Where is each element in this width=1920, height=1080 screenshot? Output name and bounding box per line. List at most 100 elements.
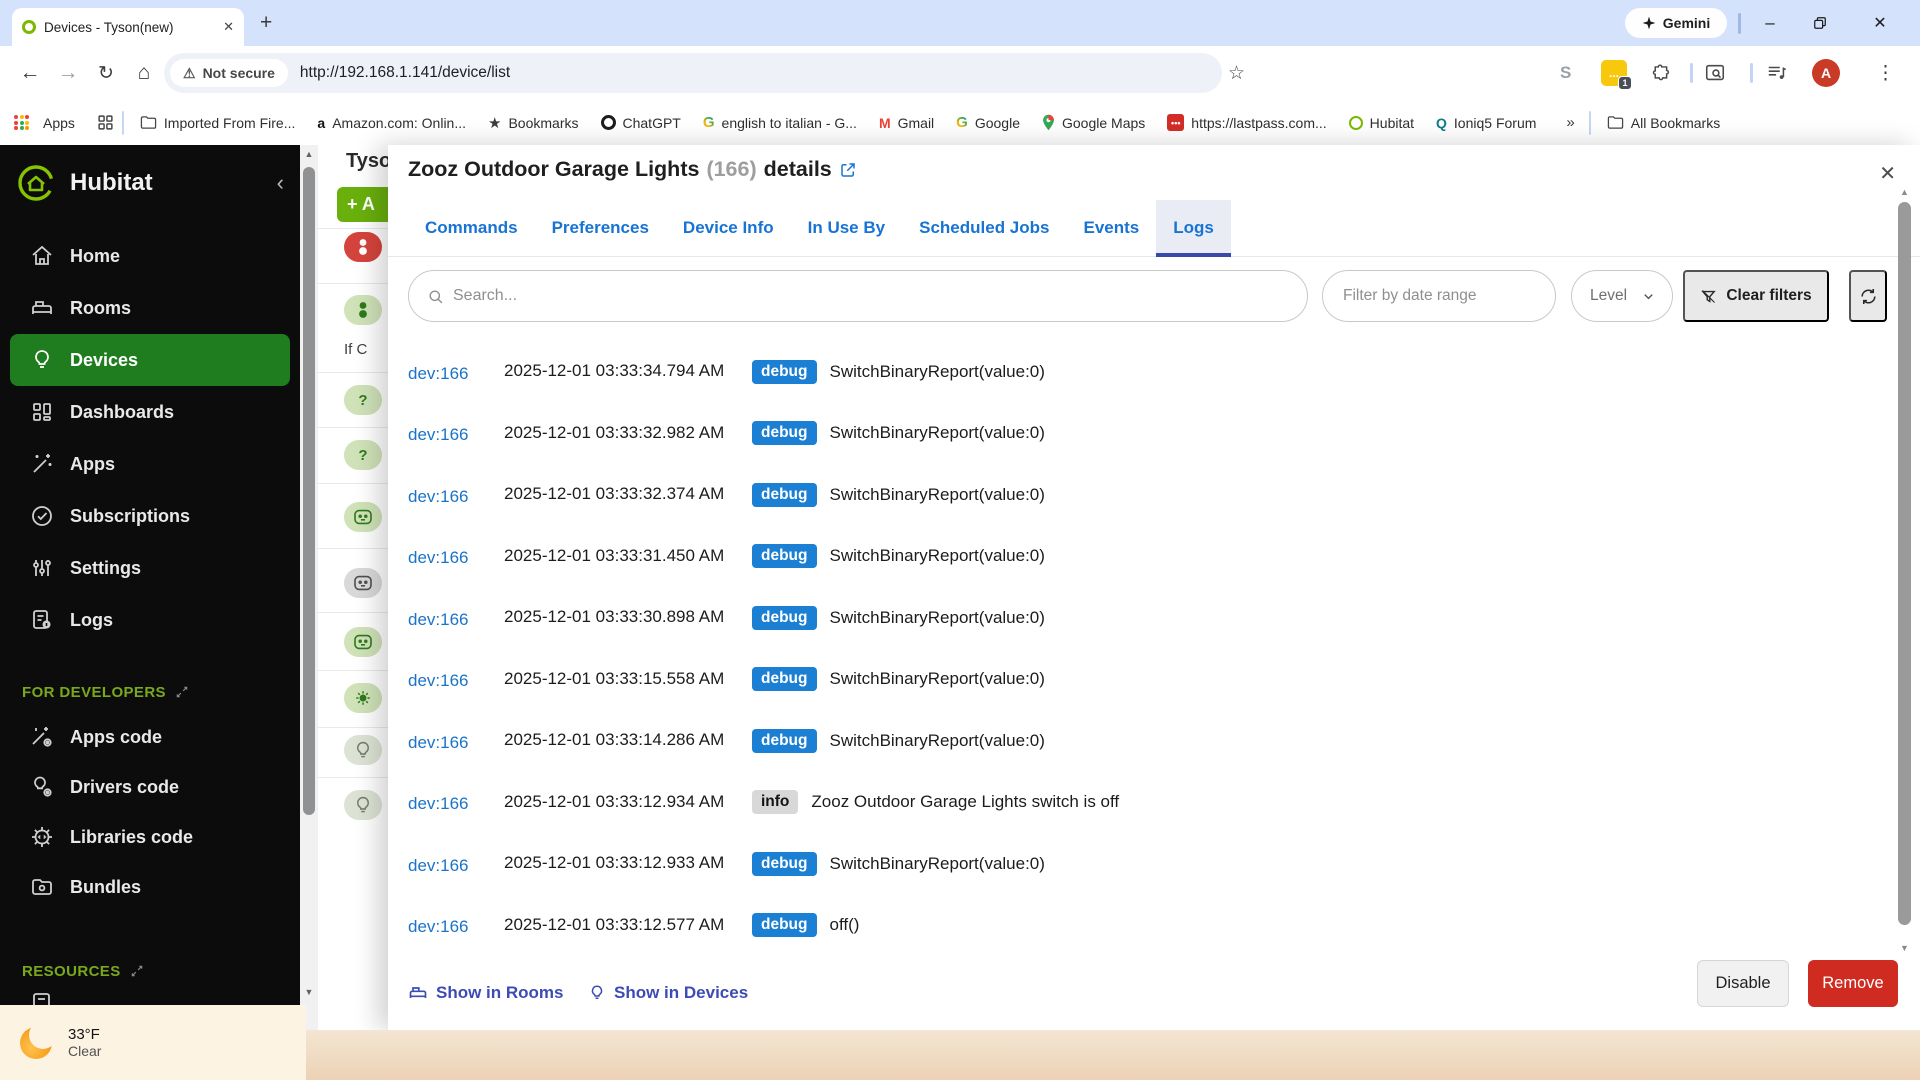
log-device-link[interactable]: dev:166 bbox=[408, 487, 504, 507]
log-device-link[interactable]: dev:166 bbox=[408, 917, 504, 937]
refresh-logs-button[interactable] bbox=[1849, 270, 1887, 322]
bookmark-item[interactable]: ★ Bookmarks bbox=[488, 114, 578, 132]
apps-shortcut[interactable]: Apps bbox=[14, 115, 75, 131]
log-device-link[interactable]: dev:166 bbox=[408, 548, 504, 568]
modal-close-icon[interactable]: ✕ bbox=[1879, 161, 1896, 186]
forward-button[interactable]: → bbox=[50, 46, 86, 100]
side-search-icon[interactable] bbox=[1704, 46, 1726, 100]
minimize-button[interactable]: – bbox=[1746, 0, 1794, 46]
back-button[interactable]: ← bbox=[12, 46, 48, 100]
sidebar-item-settings[interactable]: Settings bbox=[0, 542, 300, 594]
sidebar-item-apps-code[interactable]: Apps code bbox=[0, 712, 300, 762]
extensions-puzzle-icon[interactable] bbox=[1650, 46, 1671, 100]
sun-dimmer-icon[interactable] bbox=[344, 683, 382, 713]
bookmark-item[interactable]: a Amazon.com: Onlin... bbox=[317, 115, 466, 131]
add-device-button[interactable]: + A bbox=[337, 187, 388, 222]
outlet-icon[interactable] bbox=[344, 627, 382, 657]
device-status-icon[interactable] bbox=[344, 232, 382, 262]
device-status-icon[interactable] bbox=[344, 295, 382, 325]
bulb-device-icon[interactable] bbox=[344, 790, 382, 820]
all-bookmarks-button[interactable]: All Bookmarks bbox=[1607, 115, 1720, 131]
level-select[interactable]: Level bbox=[1571, 270, 1673, 322]
log-device-link[interactable]: dev:166 bbox=[408, 671, 504, 691]
log-search-field[interactable] bbox=[408, 270, 1308, 322]
search-input[interactable] bbox=[453, 287, 1307, 305]
new-tab-button[interactable]: + bbox=[260, 11, 272, 35]
bookmark-item[interactable]: Q Ioniq5 Forum bbox=[1436, 115, 1536, 131]
sidebar-item-libraries-code[interactable]: Libraries code bbox=[0, 812, 300, 862]
bookmark-item[interactable]: Hubitat bbox=[1348, 115, 1414, 131]
address-bar[interactable]: ⚠ Not secure http://192.168.1.141/device… bbox=[164, 53, 1222, 93]
tab-logs[interactable]: Logs bbox=[1156, 200, 1231, 257]
bookmark-item[interactable]: Google Maps bbox=[1042, 114, 1145, 131]
sidebar-item-home[interactable]: Home bbox=[0, 230, 300, 282]
sidebar-item-logs[interactable]: Logs bbox=[0, 594, 300, 646]
external-link-icon[interactable] bbox=[839, 161, 857, 179]
date-range-input[interactable] bbox=[1343, 287, 1555, 305]
show-in-rooms-link[interactable]: Show in Rooms bbox=[408, 967, 564, 1019]
sidebar-item-apps[interactable]: Apps bbox=[0, 438, 300, 490]
close-window-button[interactable]: ✕ bbox=[1850, 0, 1910, 46]
scroll-up-icon[interactable]: ▲ bbox=[300, 149, 318, 159]
log-device-link[interactable]: dev:166 bbox=[408, 733, 504, 753]
log-device-link[interactable]: dev:166 bbox=[408, 364, 504, 384]
not-secure-chip[interactable]: ⚠ Not secure bbox=[170, 59, 288, 87]
log-device-link[interactable]: dev:166 bbox=[408, 610, 504, 630]
bookmark-item[interactable]: G Google bbox=[956, 114, 1020, 131]
sidebar-item-devices[interactable]: Devices bbox=[10, 334, 290, 386]
log-device-link[interactable]: dev:166 bbox=[408, 794, 504, 814]
sidebar-item-dashboards[interactable]: Dashboards bbox=[0, 386, 300, 438]
sidebar-collapse-icon[interactable]: ‹ bbox=[277, 170, 284, 196]
date-range-field[interactable] bbox=[1322, 270, 1556, 322]
outlet-icon[interactable] bbox=[344, 568, 382, 598]
modal-scroll-down-icon[interactable]: ▼ bbox=[1897, 943, 1912, 953]
sidebar-item-bundles[interactable]: Bundles bbox=[0, 862, 300, 912]
page-scrollbar[interactable]: ▲ ▼ bbox=[300, 145, 318, 1030]
tab-scheduled-jobs[interactable]: Scheduled Jobs bbox=[902, 200, 1066, 256]
modal-scroll-up-icon[interactable]: ▲ bbox=[1897, 187, 1912, 197]
log-device-link[interactable]: dev:166 bbox=[408, 856, 504, 876]
tab-preferences[interactable]: Preferences bbox=[535, 200, 666, 256]
scrollbar-thumb[interactable] bbox=[303, 167, 315, 815]
sidebar-item-rooms[interactable]: Rooms bbox=[0, 282, 300, 334]
s-extension-icon[interactable]: S bbox=[1560, 46, 1571, 100]
device-status-icon[interactable]: ? bbox=[344, 385, 382, 415]
sidebar-item-drivers-code[interactable]: Drivers code bbox=[0, 762, 300, 812]
reading-list-icon[interactable] bbox=[1766, 46, 1788, 100]
bookmark-item[interactable]: Imported From Fire... bbox=[140, 115, 295, 131]
profile-avatar[interactable]: A bbox=[1812, 59, 1840, 87]
device-status-icon[interactable]: ? bbox=[344, 440, 382, 470]
browser-menu-icon[interactable]: ⋮ bbox=[1876, 46, 1895, 100]
tab-close-icon[interactable]: ✕ bbox=[223, 19, 234, 35]
bulb-device-icon[interactable] bbox=[344, 735, 382, 765]
sidebar-item-subscriptions[interactable]: Subscriptions bbox=[0, 490, 300, 542]
tab-device-info[interactable]: Device Info bbox=[666, 200, 791, 256]
browser-tab[interactable]: Devices - Tyson(new) ✕ bbox=[12, 8, 244, 46]
weather-widget[interactable]: 33°F Clear bbox=[0, 1005, 306, 1080]
clear-filters-button[interactable]: Clear filters bbox=[1683, 270, 1829, 322]
bookmark-star-icon[interactable]: ☆ bbox=[1228, 46, 1245, 100]
bookmark-item[interactable]: ChatGPT bbox=[600, 115, 681, 131]
gemini-button[interactable]: Gemini bbox=[1625, 8, 1727, 38]
bookmark-item[interactable]: G english to italian - G... bbox=[703, 114, 857, 131]
refresh-button[interactable]: ↻ bbox=[88, 46, 124, 100]
home-button[interactable]: ⌂ bbox=[126, 46, 162, 100]
tab-commands[interactable]: Commands bbox=[408, 200, 535, 256]
bookmark-item[interactable]: M Gmail bbox=[879, 115, 934, 131]
log-device-link[interactable]: dev:166 bbox=[408, 425, 504, 445]
outlet-icon[interactable] bbox=[344, 502, 382, 532]
remove-button[interactable]: Remove bbox=[1808, 960, 1898, 1007]
for-developers-header[interactable]: FOR DEVELOPERS bbox=[0, 672, 300, 712]
modal-scrollbar-thumb[interactable] bbox=[1898, 202, 1911, 925]
scroll-down-icon[interactable]: ▼ bbox=[300, 987, 318, 997]
tab-in-use-by[interactable]: In Use By bbox=[791, 200, 902, 256]
resources-header[interactable]: RESOURCES bbox=[0, 951, 300, 991]
show-in-devices-link[interactable]: Show in Devices bbox=[588, 967, 748, 1019]
lastpass-extension-icon[interactable]: ... 1 bbox=[1601, 60, 1632, 90]
bookmarks-overflow-chevron[interactable]: » bbox=[1566, 114, 1574, 131]
bookmark-item[interactable]: ••• https://lastpass.com... bbox=[1167, 114, 1327, 131]
restore-button[interactable] bbox=[1796, 0, 1844, 46]
tab-events[interactable]: Events bbox=[1066, 200, 1156, 256]
disable-button[interactable]: Disable bbox=[1697, 960, 1789, 1007]
tiles-icon[interactable] bbox=[97, 114, 114, 131]
